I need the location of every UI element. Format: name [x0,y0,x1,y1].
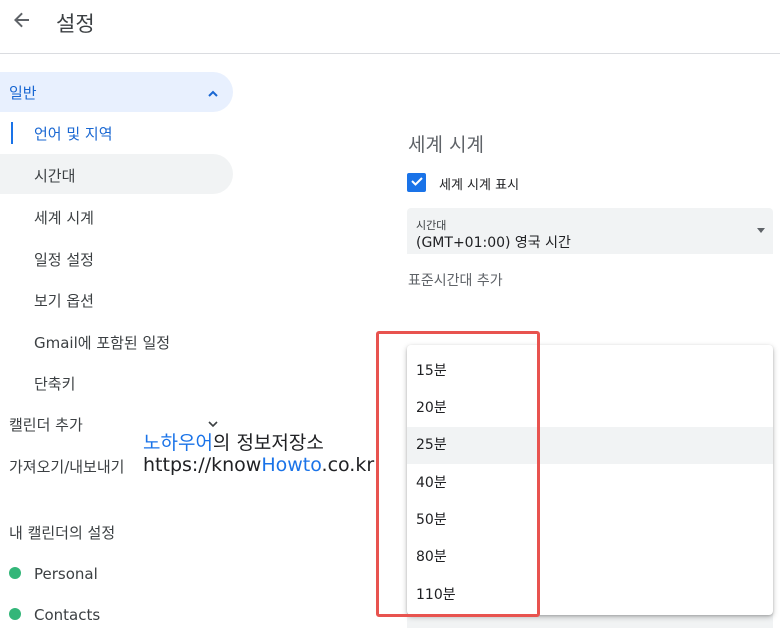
calendar-color-dot-contacts [9,608,21,620]
sidebar-item-gmail-events[interactable]: Gmail에 포함된 일정 [34,332,170,353]
dropdown-caret-icon [757,228,765,233]
dropdown-option[interactable]: 20분 [407,390,773,427]
checkmark-icon [410,173,424,192]
timezone-select-value: (GMT+01:00) 영국 시간 [416,235,571,251]
chevron-up-icon [206,86,220,100]
sidebar-general-label: 일반 [9,84,37,102]
duration-dropdown-menu: 15분 20분 25분 40분 50분 80분 110분 [407,345,773,615]
sidebar-item-timezone[interactable]: 시간대 [34,165,75,186]
timezone-select[interactable]: 시간대 (GMT+01:00) 영국 시간 [407,208,773,254]
watermark-url-suffix: .co.kr [321,454,375,476]
dropdown-option[interactable]: 110분 [407,577,773,614]
timezone-select-label: 시간대 [416,219,447,232]
world-clock-title: 세계 시계 [408,134,484,156]
dropdown-option[interactable]: 50분 [407,502,773,539]
sidebar-item-language-region[interactable]: 언어 및 지역 [34,123,113,144]
dropdown-option[interactable]: 15분 [407,353,773,390]
my-calendars-heading: 내 캘린더의 설정 [9,524,116,542]
top-bar: 설정 [0,0,780,54]
sidebar-general-section[interactable]: 일반 [0,72,233,112]
watermark-line-1: 노하우어의 정보저장소 [143,428,324,455]
watermark-url-prefix: https://know [143,454,262,476]
sidebar-add-calendar[interactable]: 캘린더 추가 [9,414,83,435]
calendar-color-dot-personal [9,567,21,579]
show-world-clock-label[interactable]: 세계 시계 표시 [439,174,519,193]
watermark-line-2: https://knowHowto.co.kr [143,454,374,476]
sidebar-item-world-clock[interactable]: 세계 시계 [34,207,94,228]
watermark-url-highlight: Howto [261,454,322,476]
sidebar-item-event-settings[interactable]: 일정 설정 [34,249,94,270]
active-indicator [11,122,13,144]
dropdown-option[interactable]: 40분 [407,465,773,502]
arrow-left-icon [12,10,32,34]
dropdown-option-selected[interactable]: 25분 [407,427,773,464]
show-world-clock-checkbox[interactable] [407,173,426,192]
watermark-text: 의 정보저장소 [212,432,324,454]
sidebar-item-view-options[interactable]: 보기 옵션 [34,290,94,311]
sidebar-item-shortcuts[interactable]: 단축키 [34,373,75,394]
back-button[interactable] [6,6,38,38]
calendar-item-personal[interactable]: Personal [34,565,98,583]
page-title: 설정 [56,12,95,36]
add-timezone-link[interactable]: 표준시간대 추가 [408,270,503,290]
watermark-highlight: 노하우어 [143,432,213,454]
sidebar-import-export[interactable]: 가져오기/내보내기 [9,456,124,477]
calendar-item-contacts[interactable]: Contacts [34,606,100,624]
dropdown-option[interactable]: 80분 [407,539,773,576]
